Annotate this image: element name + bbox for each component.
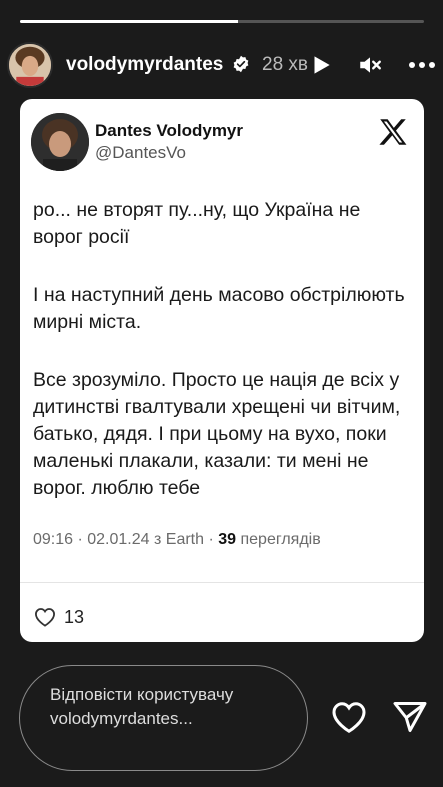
tweet-views-label: переглядів (236, 531, 321, 548)
tweet-paragraph: Все зрозуміло. Просто це нація де всіх у… (33, 369, 401, 499)
tweet-views-count: 39 (218, 531, 237, 548)
tweet-meta: 09:16 · 02.01.24 з Earth · 39 переглядів (33, 531, 321, 549)
x-logo-icon (379, 119, 407, 145)
play-icon[interactable] (308, 52, 334, 78)
story-header: volodymyrdantes 28 хв (0, 40, 443, 94)
avatar[interactable] (7, 42, 53, 88)
story-time: 28 хв (262, 54, 309, 75)
story-progress-fill (20, 20, 239, 23)
reply-input[interactable]: Відповісти користувачу volodymyrdantes..… (19, 665, 308, 771)
send-icon[interactable] (392, 700, 428, 734)
tweet-display-name: Dantes Volodymyr (95, 121, 244, 140)
heart-outline-icon (34, 608, 56, 627)
divider (20, 582, 424, 583)
tweet-paragraph: ро... не вторят пу...ну, що Україна не в… (33, 199, 361, 248)
story-progress-bar (20, 20, 424, 23)
reply-placeholder: Відповісти користувачу volodymyrdantes..… (50, 685, 234, 728)
verified-badge-icon (233, 55, 249, 73)
tweet-like-count: 13 (64, 607, 85, 627)
more-icon[interactable] (407, 52, 437, 78)
tweet-body: ро... не вторят пу...ну, що Україна не в… (33, 197, 415, 533)
tweet-paragraph: І на наступний день масово обстрілюють м… (33, 284, 405, 333)
story-username[interactable]: volodymyrdantes (66, 54, 223, 76)
tweet-avatar (31, 113, 89, 171)
tweet-timestamp: 09:16 · 02.01.24 з Earth · (33, 531, 219, 548)
like-story-button[interactable] (331, 700, 367, 734)
tweet-card: Dantes Volodymyr @DantesVo ро... не втор… (20, 99, 424, 642)
tweet-handle: @DantesVo (95, 143, 186, 162)
mute-icon[interactable] (357, 52, 383, 78)
